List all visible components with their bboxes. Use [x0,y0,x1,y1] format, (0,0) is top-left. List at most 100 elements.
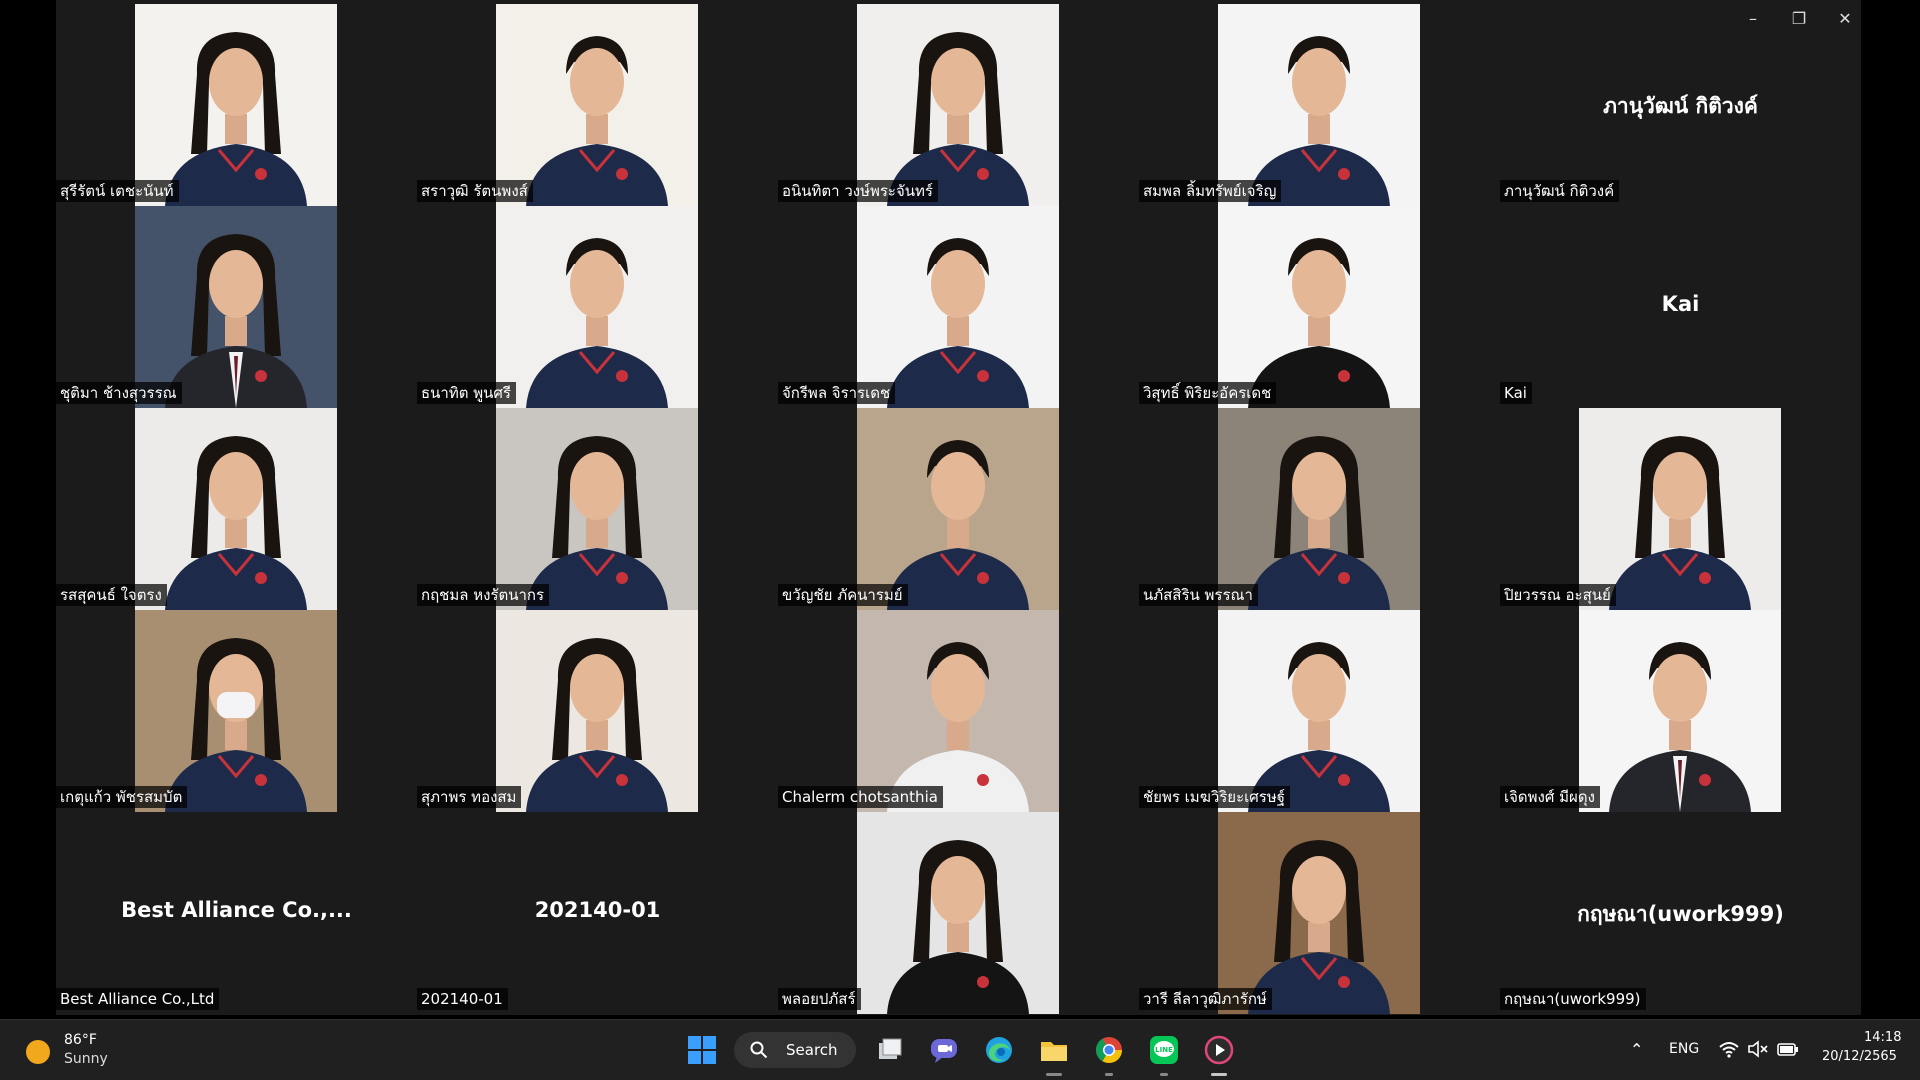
participant-video [1218,408,1420,610]
participant-tile[interactable]: ธนาทิต พูนศรี [417,206,778,408]
participant-name-label: สราวุฒิ รัตนพงส์ [417,180,533,202]
participant-name-label: กฤษณา(uwork999) [1500,988,1646,1010]
participant-tile[interactable]: กฤชมล หงรัตนากร [417,408,778,610]
active-indicator [1160,1073,1168,1076]
participant-video [496,408,698,610]
participant-tile[interactable]: สุภาพร ทองสม [417,610,778,812]
participant-display-name: กฤษณา(uwork999) [1577,902,1784,926]
active-indicator [1211,1073,1227,1076]
speaker-muted-icon[interactable] [1747,1038,1769,1060]
participant-video [1218,206,1420,408]
active-indicator [1105,1073,1113,1076]
participant-tile[interactable]: ชุติมา ช้างสุวรรณ [56,206,417,408]
meeting-window: สุรีรัตน์ เตชะนันท์ สราวุฒิ รัตนพงส์ อนิ… [56,0,1861,1015]
language-indicator[interactable]: ENG [1669,1041,1699,1057]
task-view-icon[interactable] [874,1034,906,1066]
participant-display-name: Best Alliance Co.,... [121,898,352,922]
participant-video [135,408,337,610]
participant-name-label: เกตุแก้ว พัชรสมบัต [56,786,188,808]
participant-tile[interactable]: เกตุแก้ว พัชรสมบัต [56,610,417,812]
battery-icon[interactable] [1776,1038,1800,1060]
weather-condition: Sunny [64,1051,108,1067]
clock-date[interactable]: 20/12/2565 [1822,1049,1897,1064]
file-explorer-icon[interactable] [1038,1034,1070,1076]
participant-tile[interactable]: ชัยพร เมฆวิริยะเศรษฐ์ [1139,610,1500,812]
participant-video [1218,4,1420,206]
participant-name-label: Kai [1500,382,1532,404]
participant-tile[interactable]: สุรีรัตน์ เตชะนันท์ [56,4,417,206]
participant-name-label: อนินทิตา วงษ์พระจันทร์ [778,180,938,202]
participant-tile[interactable]: อนินทิตา วงษ์พระจันทร์ [778,4,1139,206]
participant-name-label: สมพล ลิ้มทรัพย์เจริญ [1139,180,1282,202]
participant-tile[interactable]: ปิยวรรณ อะสุนย์ [1500,408,1861,610]
media-player-icon[interactable] [1203,1034,1235,1076]
participant-tile[interactable]: Chalerm chotsanthia [778,610,1139,812]
participant-name-label: พลอยปภัสร์ [778,988,861,1010]
participant-tile[interactable]: Best Alliance Co.,... Best Alliance Co.,L… [56,812,417,1014]
search-icon [750,1041,768,1059]
participant-tile[interactable]: พลอยปภัสร์ [778,812,1139,1014]
participant-name-label: ชัยพร เมฆวิริยะเศรษฐ์ [1139,786,1291,808]
participant-name-label: จักรีพล จิรารเดช [778,382,896,404]
participant-name-label: เจิดพงศ์ มีผดุง [1500,786,1600,808]
taskbar: 86°F Sunny Search LINE ⌃ ENG 14:18 20/12… [0,1019,1920,1080]
participant-tile[interactable]: จักรีพล จิรารเดช [778,206,1139,408]
svg-text:LINE: LINE [1155,1046,1173,1054]
participant-name-label: ธนาทิต พูนศรี [417,382,516,404]
windows-start-icon[interactable] [686,1034,718,1066]
participant-tile[interactable]: 202140-01 202140-01 [417,812,778,1014]
participant-name-label: Chalerm chotsanthia [778,786,943,808]
participant-video [496,4,698,206]
participant-display-name: Kai [1661,292,1700,316]
participant-tile[interactable]: รสสุคนธ์ ใจตรง [56,408,417,610]
participant-name-label: รสสุคนธ์ ใจตรง [56,584,167,606]
participant-video [496,206,698,408]
participant-name-label: ปิยวรรณ อะสุนย์ [1500,584,1616,606]
window-controls: – ❐ ✕ [1749,0,1861,40]
chrome-icon[interactable] [1093,1034,1125,1076]
clock-time[interactable]: 14:18 [1864,1030,1901,1045]
participant-name-label: สุภาพร ทองสม [417,786,522,808]
participant-video [857,408,1059,610]
participant-video [857,206,1059,408]
participant-tile[interactable]: วิสุทธิ์ พิริยะอัครเดช [1139,206,1500,408]
participant-video [857,610,1059,812]
participant-video [1579,610,1781,812]
participant-tile[interactable]: วารี ลีลาวุฒิภารักษ์ [1139,812,1500,1014]
participant-video [1218,812,1420,1014]
participant-video [1579,408,1781,610]
chat-icon[interactable] [928,1034,960,1066]
participant-display-name: 202140-01 [534,898,661,922]
participant-name-label: ชุติมา ช้างสุวรรณ [56,382,182,404]
participant-name-label: Best Alliance Co.,Ltd [56,988,220,1010]
participant-tile[interactable]: เจิดพงศ์ มีผดุง [1500,610,1861,812]
participant-video [1218,610,1420,812]
line-icon[interactable]: LINE [1148,1034,1180,1076]
participant-name-label: นภัสสิริน พรรณา [1139,584,1258,606]
edge-icon[interactable] [983,1034,1015,1066]
participant-name-label: สุรีรัตน์ เตชะนันท์ [56,180,179,202]
participant-tile[interactable]: สราวุฒิ รัตนพงส์ [417,4,778,206]
active-indicator [1046,1073,1062,1076]
participant-tile[interactable]: ขวัญชัย ภัคนารมย์ [778,408,1139,610]
participant-video [857,812,1059,1014]
participant-tile[interactable]: สมพล ลิ้มทรัพย์เจริญ [1139,4,1500,206]
participant-tile[interactable]: กฤษณา(uwork999) กฤษณา(uwork999) [1500,812,1861,1014]
participant-tile[interactable]: Kai Kai [1500,206,1861,408]
minimize-icon[interactable]: – [1739,6,1767,32]
participant-video [135,4,337,206]
participant-video [135,610,337,812]
close-icon[interactable]: ✕ [1831,6,1859,32]
wifi-icon[interactable] [1718,1038,1740,1060]
search-label: Search [786,1041,838,1059]
taskbar-search[interactable]: Search [734,1032,856,1068]
participant-display-name: ภานุวัฒน์ กิติวงค์ [1603,94,1758,118]
restore-icon[interactable]: ❐ [1785,6,1813,32]
participant-name-label: วิสุทธิ์ พิริยะอัครเดช [1139,382,1277,404]
participant-grid: สุรีรัตน์ เตชะนันท์ สราวุฒิ รัตนพงส์ อนิ… [56,4,1861,1014]
participant-name-label: 202140-01 [417,988,508,1010]
weather-temperature: 86°F [64,1032,97,1048]
participant-name-label: วารี ลีลาวุฒิภารักษ์ [1139,988,1272,1010]
participant-tile[interactable]: นภัสสิริน พรรณา [1139,408,1500,610]
chevron-up-icon[interactable]: ⌃ [1630,1040,1643,1059]
